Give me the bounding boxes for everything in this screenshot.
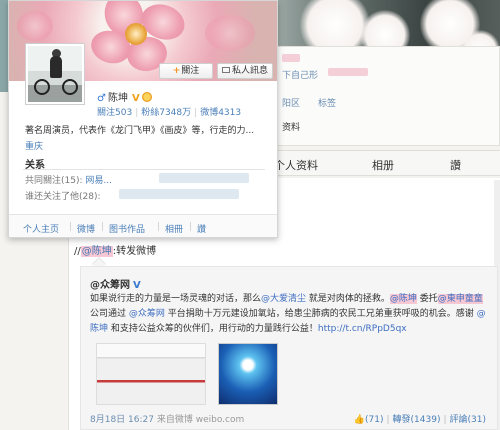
post-image-2[interactable] (218, 343, 278, 405)
profile-tag-link[interactable]: 标签 (318, 96, 336, 109)
original-author[interactable]: @众筹网 V (90, 276, 141, 291)
medal-icon (141, 92, 152, 102)
common-follow-names[interactable]: 网易... (85, 176, 112, 186)
tab-likes[interactable]: 讚 (450, 157, 461, 173)
user-name-link[interactable]: 陈坤 (108, 93, 128, 104)
post-text-segment: 就是对肉体的拯救。 (306, 294, 390, 304)
post-link[interactable]: @東申童童 (437, 294, 483, 304)
profile-location-text: 阳区 (282, 99, 301, 109)
post-date-link[interactable]: 8月18日 16:27 (90, 415, 154, 425)
like-count[interactable]: (71) (365, 415, 383, 425)
post-text-segment: 公司通过 (90, 309, 129, 319)
repost-button[interactable]: 轉發(1439) (393, 415, 441, 425)
post-link[interactable]: http://t.cn/RPpD5qx (318, 324, 407, 334)
following-count[interactable]: 關注503 (97, 108, 132, 118)
post-source: 来自微博 weibo.com (156, 415, 245, 425)
tab-profile-info[interactable]: 个人资料 (274, 157, 318, 173)
profile-tabs: 个人资料 相册 讚 (270, 150, 500, 176)
like-icon[interactable]: 👍 (354, 415, 365, 425)
user-stats: 關注503 | 粉絲7348万 | 微博4313 (97, 108, 242, 118)
divider (23, 169, 265, 170)
post-text-segment: 和支持公益众筹的伙伴们，用行动的力量践行公益！ (108, 324, 318, 334)
post-text-segment: 平台捐助十万元建设加氧站，给患尘肺病的农民工兄弟重获呼吸的机会。感谢 (164, 309, 477, 319)
weibo-count[interactable]: 微博4313 (200, 108, 241, 118)
verified-icon: V (131, 93, 140, 104)
verified-icon: V (133, 280, 141, 291)
nav-likes[interactable]: 讚 (197, 222, 206, 235)
message-button[interactable]: 私人訊息 (217, 63, 273, 79)
mutual-follow: 谁还关注了他(28): (25, 192, 101, 202)
post-image-1[interactable] (96, 343, 206, 405)
nav-albums[interactable]: 相冊 (165, 222, 183, 235)
user-bio: 著名周演员，代表作《龙门飞甲》《画皮》等，行走的力... (25, 126, 255, 136)
profile-info-text: 下自己形 (282, 71, 319, 81)
original-post-text: 如果说行走的力量是一场灵魂的对话，那么@大爱清尘 就是对肉体的拯救。@陈坤 委托… (90, 292, 490, 337)
fans-count[interactable]: 粉絲7348万 (141, 108, 191, 118)
envelope-icon (221, 67, 230, 73)
mention-link[interactable]: @陈坤 (80, 246, 113, 257)
popup-footer-nav: 个人主页 | 微博 | 图书作品 | 相冊 | 讚 (9, 214, 277, 237)
comment-button[interactable]: 評論(31) (450, 415, 486, 425)
profile-popup-card: +關注 私人訊息 ♂ 陈坤 V 關注503 | 粉絲7348万 | 微博4313 著名周演员… (8, 0, 278, 238)
follow-button[interactable]: +關注 (159, 63, 213, 79)
post-meta: 8月18日 16:27 来自微博 weibo.com (90, 412, 244, 425)
repost-line: //@陈坤:转发微博 (74, 246, 157, 257)
avatar[interactable] (25, 43, 85, 105)
profile-data-label: 资料 (282, 123, 301, 133)
tab-albums[interactable]: 相册 (372, 157, 394, 173)
profile-info-strip (270, 46, 500, 146)
post-actions: 👍(71) | 轉發(1439) | 評論(31) (353, 415, 486, 425)
post-link[interactable]: @众筹网 (129, 309, 165, 319)
post-link[interactable]: @陈坤 (389, 294, 417, 304)
nav-books[interactable]: 图书作品 (109, 222, 145, 235)
user-location[interactable]: 重庆 (25, 139, 43, 152)
nav-weibo[interactable]: 微博 (77, 222, 95, 235)
nav-home[interactable]: 个人主页 (23, 222, 59, 235)
plus-icon: + (172, 66, 181, 76)
post-text-segment: 委托 (416, 294, 438, 304)
user-name: ♂ 陈坤 V (97, 89, 152, 104)
male-icon: ♂ (97, 93, 106, 104)
post-link[interactable]: @大爱清尘 (261, 294, 306, 304)
post-text-segment: 如果说行走的力量是一场灵魂的对话，那么 (90, 294, 262, 304)
common-follow: 共同關注(15): 网易... (25, 176, 112, 186)
